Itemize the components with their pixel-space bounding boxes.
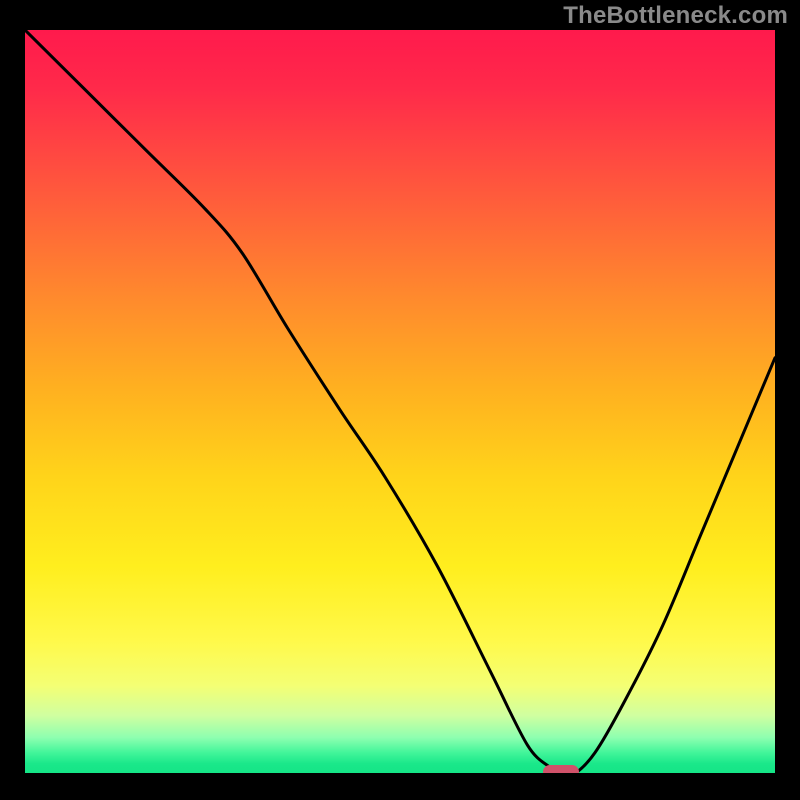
curve-path — [25, 30, 775, 775]
chart-area — [25, 30, 775, 775]
canvas: TheBottleneck.com — [0, 0, 800, 800]
x-axis-line — [25, 773, 775, 775]
bottleneck-curve — [25, 30, 775, 775]
watermark-text: TheBottleneck.com — [563, 2, 788, 30]
